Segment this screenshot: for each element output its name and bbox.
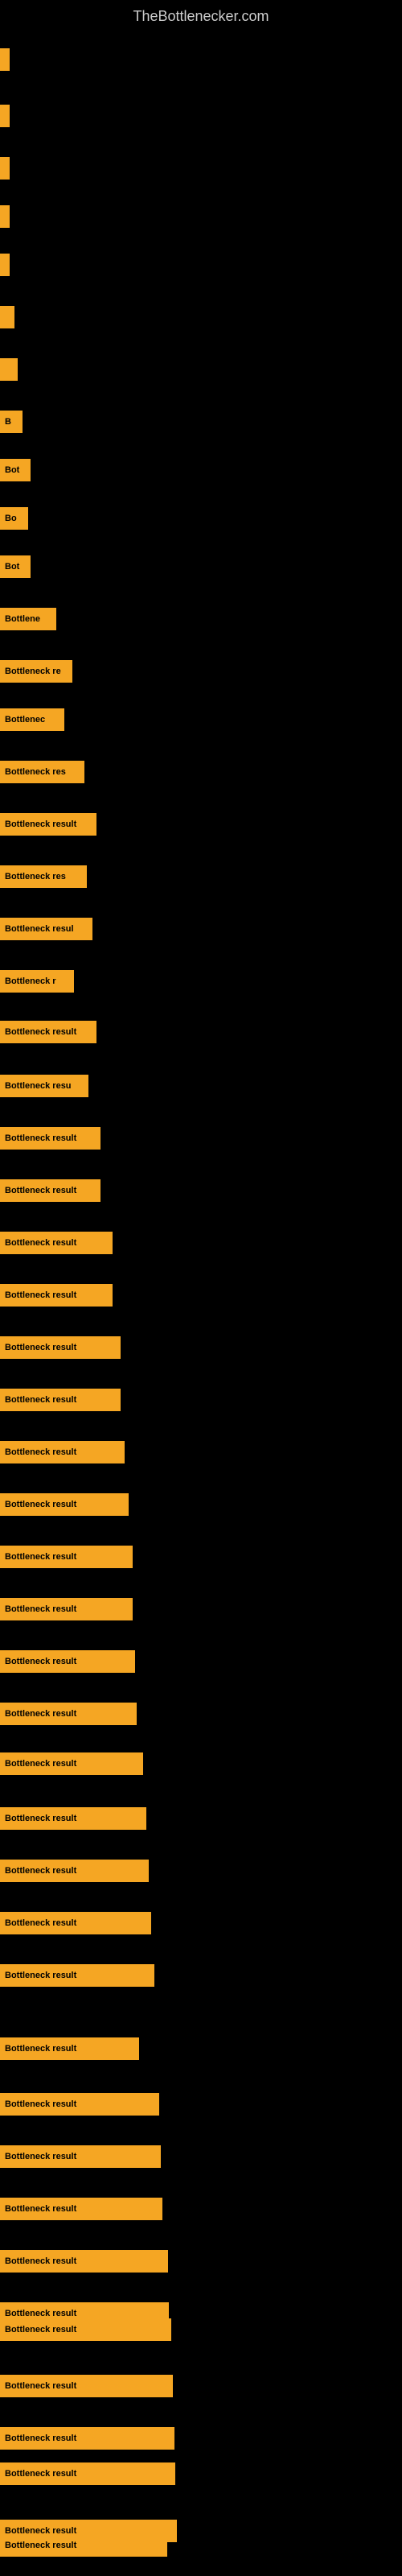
bar-3 [0,157,10,180]
bar-row-9: Bot [0,459,31,481]
bar-33: Bottleneck result [0,1703,137,1725]
bar-row-4 [0,205,10,228]
bar-4 [0,205,10,228]
bar-row-33: Bottleneck result [0,1703,137,1725]
bar-row-26: Bottleneck result [0,1336,121,1359]
bar-row-7 [0,358,18,381]
bar-row-15: Bottleneck res [0,761,84,783]
bar-row-34: Bottleneck result [0,1752,143,1775]
bar-row-41: Bottleneck result [0,2145,161,2168]
bar-9: Bot [0,459,31,481]
site-title: TheBottlenecker.com [0,0,402,29]
bar-row-24: Bottleneck result [0,1232,113,1254]
bar-18: Bottleneck resul [0,918,92,940]
bar-row-13: Bottleneck re [0,660,72,683]
bar-row-14: Bottlenec [0,708,64,731]
bar-29: Bottleneck result [0,1493,129,1516]
bar-row-50: Bottleneck result [0,2534,167,2557]
bar-row-5 [0,254,10,276]
bar-6 [0,306,14,328]
bar-row-43: Bottleneck result [0,2250,168,2273]
bar-39: Bottleneck result [0,2037,139,2060]
bar-24: Bottleneck result [0,1232,113,1254]
bar-row-1 [0,48,10,71]
bar-row-11: Bot [0,555,31,578]
bar-row-37: Bottleneck result [0,1912,151,1934]
bar-31: Bottleneck result [0,1598,133,1620]
bar-20: Bottleneck result [0,1021,96,1043]
bar-27: Bottleneck result [0,1389,121,1411]
bar-12: Bottlene [0,608,56,630]
bar-row-2 [0,105,10,127]
bar-19: Bottleneck r [0,970,74,993]
bar-26: Bottleneck result [0,1336,121,1359]
bar-11: Bot [0,555,31,578]
bar-row-23: Bottleneck result [0,1179,100,1202]
bar-40: Bottleneck result [0,2093,159,2116]
bar-row-38: Bottleneck result [0,1964,154,1987]
bar-22: Bottleneck result [0,1127,100,1150]
bar-2 [0,105,10,127]
bar-28: Bottleneck result [0,1441,125,1463]
bar-1 [0,48,10,71]
bar-34: Bottleneck result [0,1752,143,1775]
bar-36: Bottleneck result [0,1860,149,1882]
bar-41: Bottleneck result [0,2145,161,2168]
bar-row-47: Bottleneck result [0,2427,174,2450]
bar-row-48: Bottleneck result [0,2462,175,2485]
bar-row-31: Bottleneck result [0,1598,133,1620]
bar-row-19: Bottleneck r [0,970,74,993]
bar-37: Bottleneck result [0,1912,151,1934]
bar-row-30: Bottleneck result [0,1546,133,1568]
bar-48: Bottleneck result [0,2462,175,2485]
bar-row-40: Bottleneck result [0,2093,159,2116]
bar-10: Bo [0,507,28,530]
bar-30: Bottleneck result [0,1546,133,1568]
bar-8: B [0,411,23,433]
chart-area: TheBottlenecker.com B Bot Bo Bot Bottlene Bot… [0,0,402,2576]
bar-23: Bottleneck result [0,1179,100,1202]
bar-row-12: Bottlene [0,608,56,630]
bar-row-25: Bottleneck result [0,1284,113,1307]
bar-row-39: Bottleneck result [0,2037,139,2060]
bar-45: Bottleneck result [0,2318,171,2341]
bar-38: Bottleneck result [0,1964,154,1987]
bar-17: Bottleneck res [0,865,87,888]
bar-21: Bottleneck resu [0,1075,88,1097]
bar-row-18: Bottleneck resul [0,918,92,940]
bar-row-27: Bottleneck result [0,1389,121,1411]
bar-row-16: Bottleneck result [0,813,96,836]
bar-row-46: Bottleneck result [0,2375,173,2397]
bar-35: Bottleneck result [0,1807,146,1830]
bar-row-29: Bottleneck result [0,1493,129,1516]
bar-row-17: Bottleneck res [0,865,87,888]
bar-25: Bottleneck result [0,1284,113,1307]
bar-47: Bottleneck result [0,2427,174,2450]
bar-5 [0,254,10,276]
bar-row-3 [0,157,10,180]
bar-row-42: Bottleneck result [0,2198,162,2220]
bar-13: Bottleneck re [0,660,72,683]
bar-14: Bottlenec [0,708,64,731]
bar-row-6 [0,306,14,328]
bar-32: Bottleneck result [0,1650,135,1673]
bar-row-28: Bottleneck result [0,1441,125,1463]
bar-row-8: B [0,411,23,433]
bar-46: Bottleneck result [0,2375,173,2397]
bar-row-45: Bottleneck result [0,2318,171,2341]
bar-16: Bottleneck result [0,813,96,836]
bar-50: Bottleneck result [0,2534,167,2557]
bar-43: Bottleneck result [0,2250,168,2273]
bar-42: Bottleneck result [0,2198,162,2220]
bar-15: Bottleneck res [0,761,84,783]
bar-row-36: Bottleneck result [0,1860,149,1882]
bar-7 [0,358,18,381]
bar-row-20: Bottleneck result [0,1021,96,1043]
bar-row-10: Bo [0,507,28,530]
bar-row-32: Bottleneck result [0,1650,135,1673]
bar-row-22: Bottleneck result [0,1127,100,1150]
bar-row-21: Bottleneck resu [0,1075,88,1097]
bar-row-35: Bottleneck result [0,1807,146,1830]
